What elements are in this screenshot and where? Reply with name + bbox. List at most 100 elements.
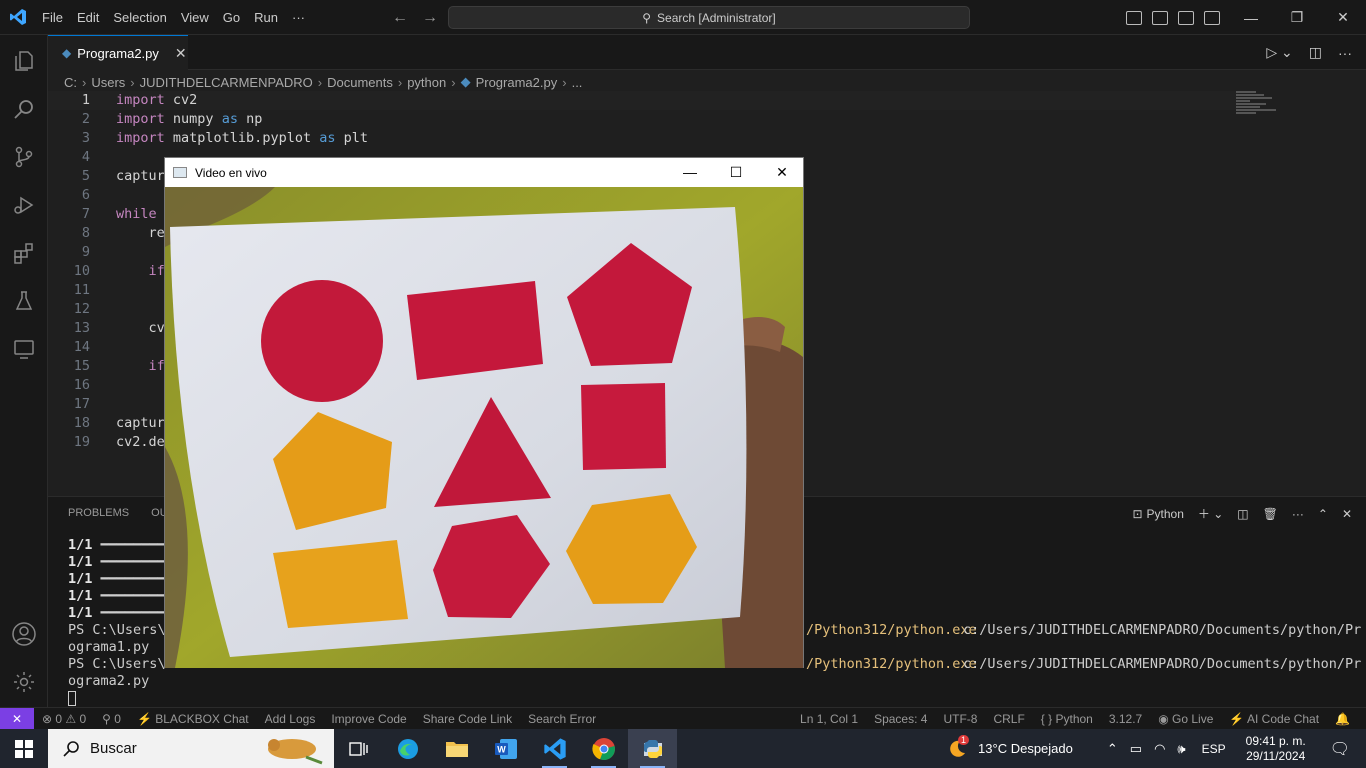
code-line[interactable]: 1 import cv2 — [48, 91, 1238, 110]
breadcrumb-file[interactable]: Programa2.py — [476, 75, 558, 90]
menu-file[interactable]: File — [35, 0, 70, 35]
vscode-taskbar-icon[interactable] — [530, 729, 579, 768]
menu-run[interactable]: Run — [247, 0, 285, 35]
vscode-logo-icon — [0, 0, 35, 35]
video-minimize-button[interactable]: — — [667, 158, 713, 187]
video-window[interactable]: Video en vivo — ☐ ✕ — [164, 157, 804, 668]
status-add-logs[interactable]: Add Logs — [257, 712, 324, 726]
more-actions-icon[interactable]: ··· — [1338, 45, 1352, 61]
manage-gear-icon[interactable] — [0, 658, 48, 706]
weather-icon[interactable]: 1 — [946, 734, 970, 760]
menu-edit[interactable]: Edit — [70, 0, 106, 35]
code-text: re — [116, 225, 165, 241]
menu-view[interactable]: View — [174, 0, 216, 35]
line-number: 15 — [73, 358, 90, 374]
toggle-panel-icon[interactable] — [1152, 10, 1168, 25]
forward-arrow-icon[interactable]: → — [422, 9, 438, 27]
status-problems[interactable]: ⊗ 0 ⚠ 0 — [34, 712, 94, 726]
remote-indicator-icon[interactable]: ✕ — [0, 707, 34, 730]
code-text: if — [116, 263, 165, 279]
code-line[interactable]: 3 import matplotlib.pyplot as plt — [48, 129, 1238, 148]
clock[interactable]: 09:41 p. m. 29/11/2024 — [1232, 734, 1320, 764]
breadcrumb-user[interactable]: JUDITHDELCARMENPADRO — [140, 75, 313, 90]
split-editor-icon[interactable]: ◫ — [1309, 44, 1322, 61]
back-arrow-icon[interactable]: ← — [392, 9, 408, 27]
windows-start-button[interactable] — [0, 729, 48, 768]
toggle-secondary-sidebar-icon[interactable] — [1178, 10, 1194, 25]
video-close-button[interactable]: ✕ — [759, 158, 805, 187]
breadcrumb-symbol[interactable]: ... — [572, 75, 583, 90]
accounts-icon[interactable] — [0, 610, 48, 658]
extensions-icon[interactable] — [0, 229, 48, 277]
word-icon[interactable]: W — [481, 729, 530, 768]
weather-text[interactable]: 13°C Despejado — [968, 741, 1101, 756]
remote-explorer-icon[interactable] — [0, 325, 48, 373]
terminal-selector[interactable]: ⊡ Python — [1132, 507, 1183, 521]
edge-icon[interactable] — [383, 729, 432, 768]
status-eol[interactable]: CRLF — [985, 712, 1032, 726]
breadcrumb-python[interactable]: python — [407, 75, 446, 90]
file-explorer-icon[interactable] — [432, 729, 481, 768]
line-number: 10 — [73, 263, 90, 279]
code-line[interactable]: 2 import numpy as np — [48, 110, 1238, 129]
volume-icon[interactable]: 🕪 — [1171, 741, 1191, 757]
minimize-button[interactable]: — — [1228, 10, 1274, 26]
video-window-titlebar[interactable]: Video en vivo — ☐ ✕ — [165, 158, 803, 187]
status-share-code-link[interactable]: Share Code Link — [415, 712, 520, 726]
close-button[interactable]: ✕ — [1320, 9, 1366, 26]
task-view-icon[interactable] — [334, 729, 383, 768]
video-maximize-button[interactable]: ☐ — [713, 158, 759, 187]
battery-icon[interactable]: ▭ — [1124, 741, 1148, 757]
taskbar-search[interactable]: Buscar — [48, 729, 334, 768]
input-language[interactable]: ESP — [1192, 742, 1232, 756]
line-number: 2 — [81, 111, 90, 127]
wifi-icon[interactable]: ◠ — [1148, 741, 1171, 757]
notification-center-icon[interactable]: 🗨 — [1320, 739, 1366, 759]
testing-icon[interactable] — [0, 277, 48, 325]
chrome-icon[interactable] — [579, 729, 628, 768]
python-taskbar-icon[interactable] — [628, 729, 677, 768]
notifications-bell-icon[interactable]: 🔔 — [1327, 712, 1358, 726]
status-language[interactable]: { } Python — [1033, 712, 1101, 726]
status-ai-code-chat[interactable]: ⚡ AI Code Chat — [1221, 712, 1327, 726]
status-go-live[interactable]: ◉ Go Live — [1150, 712, 1221, 726]
breadcrumb-documents[interactable]: Documents — [327, 75, 393, 90]
tab-programa2[interactable]: ◆ Programa2.py ✕ — [48, 35, 188, 70]
tray-overflow-icon[interactable]: ⌃ — [1101, 741, 1124, 757]
menu-more[interactable]: ··· — [285, 0, 312, 35]
split-terminal-icon[interactable]: ◫ — [1237, 507, 1248, 521]
breadcrumb-drive[interactable]: C: — [64, 75, 77, 90]
status-python-version[interactable]: 3.12.7 — [1101, 712, 1150, 726]
breadcrumb-users[interactable]: Users — [91, 75, 125, 90]
run-python-file-icon[interactable]: ▷ ⌄ — [1266, 44, 1292, 61]
customize-layout-icon[interactable] — [1204, 10, 1220, 25]
search-icon: ⚲ — [642, 10, 652, 25]
menu-selection[interactable]: Selection — [106, 0, 173, 35]
source-control-icon[interactable] — [0, 133, 48, 181]
explorer-icon[interactable] — [0, 37, 48, 85]
tab-close-icon[interactable]: ✕ — [175, 45, 187, 62]
close-panel-icon[interactable]: ✕ — [1342, 507, 1352, 521]
status-search-error[interactable]: Search Error — [520, 712, 604, 726]
toggle-primary-sidebar-icon[interactable] — [1126, 10, 1142, 25]
code-text: captur — [116, 415, 165, 431]
kill-terminal-icon[interactable]: 🗑 — [1263, 507, 1278, 521]
maximize-panel-icon[interactable]: ⌃ — [1318, 507, 1328, 521]
status-encoding[interactable]: UTF-8 — [935, 712, 985, 726]
svg-text:W: W — [497, 744, 506, 754]
new-terminal-icon[interactable]: ＋ ⌄ — [1198, 505, 1223, 522]
search-view-icon[interactable] — [0, 85, 48, 133]
tab-problems[interactable]: PROBLEMS — [68, 507, 129, 519]
status-ports[interactable]: ⚲ 0 — [94, 712, 129, 726]
status-blackbox-chat[interactable]: ⚡ BLACKBOX Chat — [129, 712, 257, 726]
status-cursor-position[interactable]: Ln 1, Col 1 — [792, 712, 866, 726]
menu-go[interactable]: Go — [216, 0, 247, 35]
minimap[interactable] — [1236, 91, 1296, 131]
restore-button[interactable]: ❐ — [1274, 9, 1320, 26]
line-number: 19 — [73, 434, 90, 450]
command-center-search[interactable]: ⚲ Search [Administrator] — [448, 6, 970, 29]
run-debug-icon[interactable] — [0, 181, 48, 229]
status-improve-code[interactable]: Improve Code — [323, 712, 414, 726]
more-icon[interactable]: ··· — [1292, 507, 1304, 521]
status-indentation[interactable]: Spaces: 4 — [866, 712, 935, 726]
